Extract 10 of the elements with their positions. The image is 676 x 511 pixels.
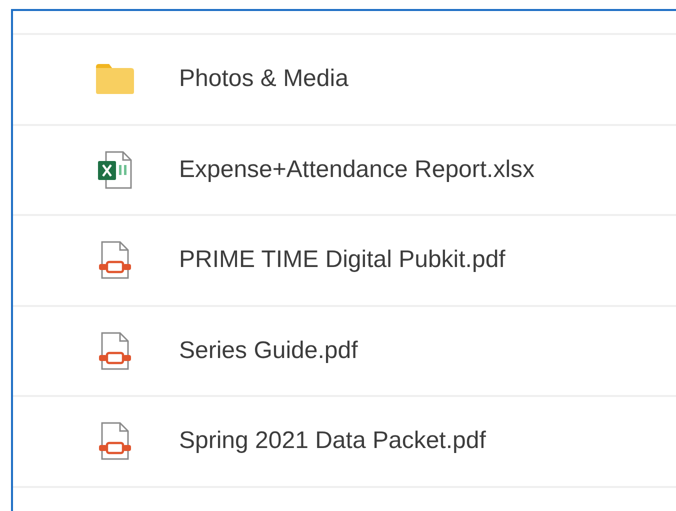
pdf-file-icon bbox=[98, 332, 132, 370]
file-name[interactable]: Spring 2021 Data Packet.pdf bbox=[179, 427, 486, 456]
file-name[interactable]: Photos & Media bbox=[179, 65, 348, 94]
file-name[interactable]: PRIME TIME Digital Pubkit.pdf bbox=[179, 246, 506, 274]
pdf-file-icon bbox=[98, 422, 132, 460]
file-name[interactable]: Expense+Attendance Report.xlsx bbox=[179, 156, 535, 184]
file-name[interactable]: Series Guide.pdf bbox=[179, 336, 358, 365]
pdf-file-icon bbox=[98, 241, 132, 280]
folder-icon bbox=[96, 64, 134, 94]
spreadsheet-file-icon bbox=[98, 150, 132, 189]
